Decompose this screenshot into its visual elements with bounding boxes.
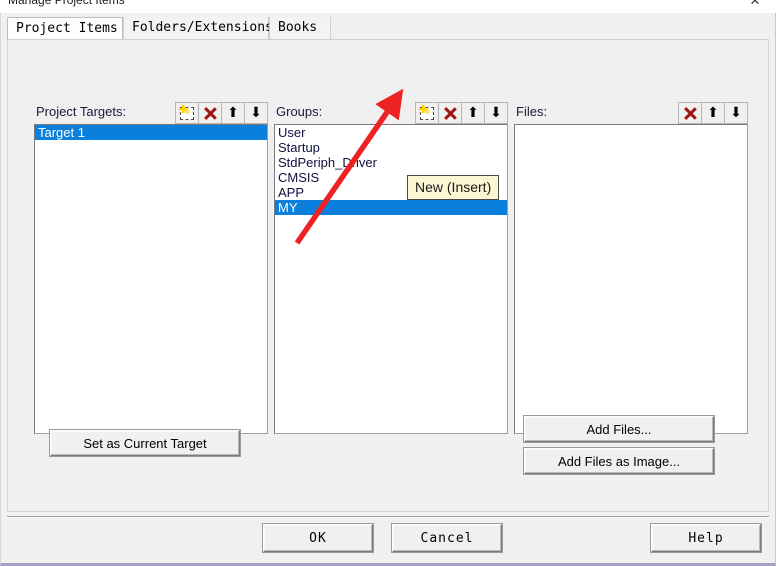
manage-project-items-window: Manage Project Items ✕ Project Items Fold… [0,0,776,566]
toolbar-files: ⬆ ⬇ [678,102,748,124]
panel-label-project-targets: Project Targets: [36,104,127,119]
list-item[interactable]: MY [275,200,507,215]
panel-header-project-targets: Project Targets: ⬆ ⬇ [34,102,268,124]
dialog-body: Project Items Folders/Extensions Books Pro… [0,13,776,566]
arrow-down-icon: ⬇ [730,105,742,121]
close-icon[interactable]: ✕ [742,0,768,10]
panel-groups: Groups: ⬆ ⬇ User Startup StdPeriph_Driver CMSI… [274,102,508,434]
panel-header-files: Files: ⬆ ⬇ [514,102,748,124]
list-item[interactable]: StdPeriph_Driver [275,155,507,170]
delete-file-button[interactable] [678,102,702,124]
delete-group-button[interactable] [438,102,462,124]
tab-project-items[interactable]: Project Items [7,17,123,39]
add-files-as-image-button[interactable]: Add Files as Image... [524,448,714,474]
cancel-button[interactable]: Cancel [392,524,502,552]
delete-x-icon [204,107,217,120]
move-file-down-button[interactable]: ⬇ [724,102,748,124]
tab-strip: Project Items Folders/Extensions Books [7,17,769,39]
tooltip-new-insert: New (Insert) [407,175,500,200]
panel-label-groups: Groups: [276,104,323,119]
new-group-button[interactable] [415,102,439,124]
tab-books[interactable]: Books [269,17,331,39]
new-icon [419,105,434,120]
panel-files: Files: ⬆ ⬇ [514,102,748,434]
arrow-down-icon: ⬇ [490,105,502,121]
arrow-up-icon: ⬆ [707,105,719,121]
arrow-up-icon: ⬆ [227,105,239,121]
move-group-down-button[interactable]: ⬇ [484,102,508,124]
delete-x-icon [444,107,457,120]
window-title: Manage Project Items [8,0,125,7]
listbox-project-targets[interactable]: Target 1 [34,124,268,434]
move-target-up-button[interactable]: ⬆ [221,102,245,124]
move-group-up-button[interactable]: ⬆ [461,102,485,124]
toolbar-project-targets: ⬆ ⬇ [175,102,268,124]
tab-page-project-items: Project Targets: ⬆ ⬇ Target 1 Groups: ⬆ ⬇ User S… [7,40,769,512]
arrow-down-icon: ⬇ [250,105,262,121]
title-bar: Manage Project Items ✕ [0,0,776,13]
panel-label-files: Files: [516,104,548,119]
panel-header-groups: Groups: ⬆ ⬇ [274,102,508,124]
add-files-button[interactable]: Add Files... [524,416,714,442]
set-as-current-target-button[interactable]: Set as Current Target [50,430,240,456]
delete-target-button[interactable] [198,102,222,124]
delete-x-icon [684,107,697,120]
new-target-button[interactable] [175,102,199,124]
arrow-up-icon: ⬆ [467,105,479,121]
list-item[interactable]: Startup [275,140,507,155]
ok-button[interactable]: OK [263,524,373,552]
panel-project-targets: Project Targets: ⬆ ⬇ Target 1 [34,102,268,434]
toolbar-groups: ⬆ ⬇ [415,102,508,124]
help-button[interactable]: Help [651,524,761,552]
tab-folders-extensions[interactable]: Folders/Extensions [123,17,273,39]
new-icon [179,105,194,120]
move-file-up-button[interactable]: ⬆ [701,102,725,124]
footer-separator [7,516,769,518]
listbox-groups[interactable]: User Startup StdPeriph_Driver CMSIS APP MY [274,124,508,434]
list-item[interactable]: User [275,125,507,140]
list-item[interactable]: Target 1 [35,125,267,140]
move-target-down-button[interactable]: ⬇ [244,102,268,124]
listbox-files[interactable] [514,124,748,434]
